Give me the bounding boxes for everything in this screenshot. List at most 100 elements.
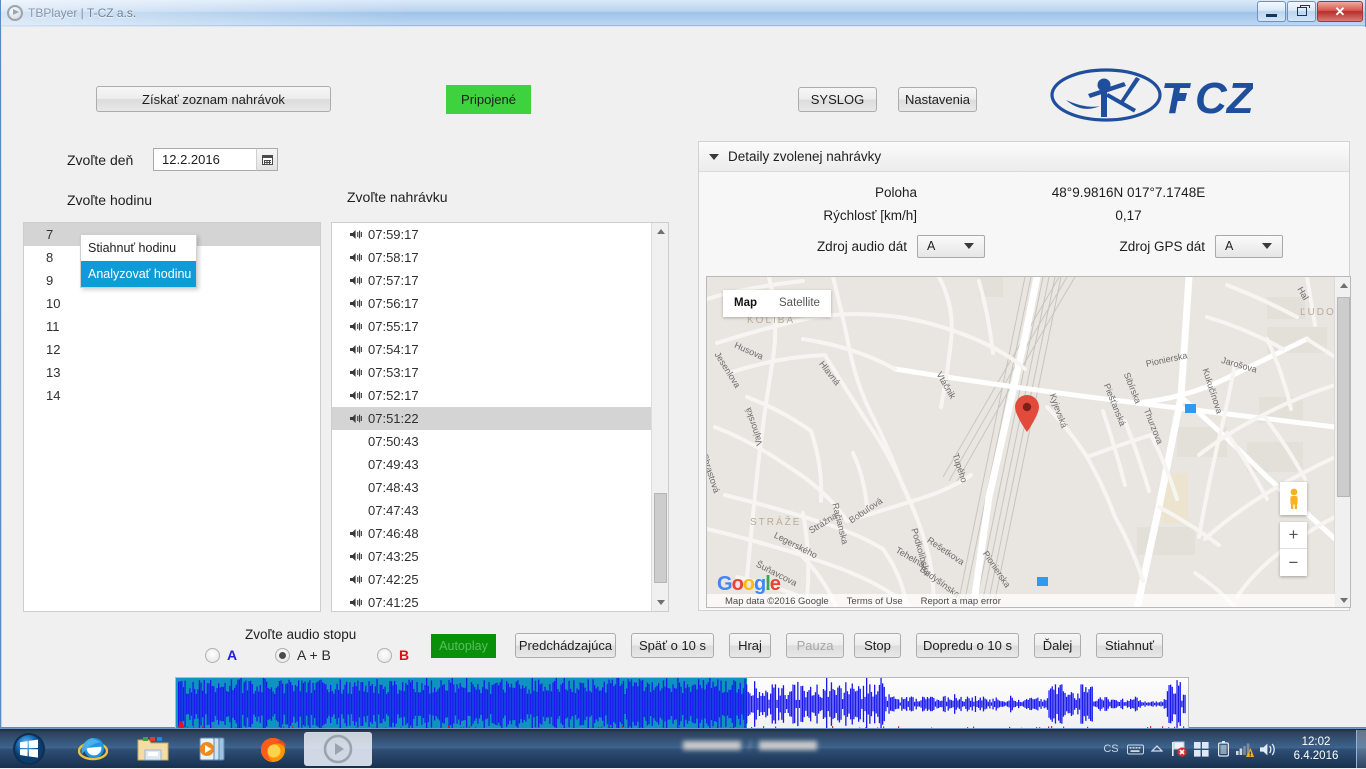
taskbar-item-firefox[interactable]	[248, 732, 298, 766]
recording-list[interactable]: 07:59:17 07:58:17 07:57:17 07:56:17 07:55:17…	[331, 222, 669, 612]
scroll-up-button[interactable]	[652, 223, 668, 240]
recording-list-item[interactable]: 07:47:43	[332, 499, 668, 522]
day-label: Zvoľte deň	[67, 152, 134, 168]
audio-source-select[interactable]: A	[917, 234, 985, 258]
language-indicator[interactable]: CS	[1098, 729, 1124, 769]
gps-source-select[interactable]: A	[1215, 234, 1283, 258]
player-button[interactable]: Predchádzajúca	[515, 633, 616, 658]
player-button[interactable]: Späť o 10 s	[631, 633, 714, 658]
map-label: STRÁŽE	[750, 517, 802, 528]
radio-button[interactable]	[205, 647, 220, 663]
recording-list-item[interactable]: 07:58:17	[332, 246, 668, 269]
radio-button[interactable]	[377, 647, 392, 663]
hour-list-item[interactable]: 11	[24, 315, 320, 338]
recording-list-item[interactable]: 07:48:43	[332, 476, 668, 499]
zoom-out-button[interactable]: −	[1280, 549, 1307, 576]
taskbar-item-media-player[interactable]	[188, 732, 238, 766]
map-scrollbar[interactable]	[1334, 277, 1350, 607]
map-type-map[interactable]: Map	[723, 290, 768, 317]
pegman-icon[interactable]	[1280, 482, 1307, 515]
minimize-button[interactable]	[1257, 1, 1286, 22]
clock-time: 12:02	[1301, 736, 1331, 748]
audio-track-option[interactable]: A	[205, 647, 237, 663]
recording-list-item[interactable]: 07:46:48	[332, 522, 668, 545]
recording-list-item[interactable]: 07:42:25	[332, 568, 668, 591]
show-hidden-icons-icon[interactable]	[1146, 729, 1168, 769]
details-header[interactable]: Detaily zvolenej nahrávky	[699, 142, 1349, 172]
map-scroll-down-button[interactable]	[1335, 592, 1350, 607]
position-label: Poloha	[874, 185, 917, 200]
close-button[interactable]: ✕	[1317, 1, 1363, 22]
triangle-down-icon	[709, 153, 719, 160]
map-panel[interactable]: KOLIBA Husova Jesenlova Hlavná Vtáčnik Kyjevs…	[706, 276, 1351, 608]
recording-list-item[interactable]: 07:41:25	[332, 591, 668, 611]
file-explorer-icon	[137, 737, 169, 761]
taskbar-item-tbplayer[interactable]	[304, 732, 372, 766]
position-value: 48°9.9816N 017°7.1748E	[1051, 185, 1206, 200]
window-controls: ✕	[1256, 1, 1363, 22]
date-picker-button[interactable]	[256, 148, 278, 171]
hour-context-menu[interactable]: Stiahnuť hodinu Analyzovať hodinu	[80, 234, 197, 288]
player-button[interactable]: Stiahnuť	[1096, 633, 1163, 658]
details-header-label: Detaily zvolenej nahrávky	[728, 149, 882, 164]
map-type-satellite[interactable]: Satellite	[768, 290, 831, 317]
recording-list-scrollbar[interactable]	[651, 223, 668, 611]
player-button[interactable]: Hraj	[729, 633, 771, 658]
context-menu-item[interactable]: Analyzovať hodinu	[81, 261, 196, 287]
map-scroll-up-button[interactable]	[1335, 277, 1350, 294]
taskbar-item-internet-explorer[interactable]	[68, 732, 118, 766]
map-attribution-item[interactable]: Terms of Use	[847, 596, 903, 607]
hour-list-item[interactable]: 14	[24, 384, 320, 407]
recording-list-item[interactable]: 07:54:17	[332, 338, 668, 361]
get-recording-list-button[interactable]: Získať zoznam nahrávok	[96, 86, 331, 112]
flag-error-icon[interactable]	[1168, 729, 1190, 769]
map-type-switch[interactable]: Map Satellite	[723, 290, 831, 317]
taskbar-item-file-explorer[interactable]	[128, 732, 178, 766]
context-menu-item[interactable]: Stiahnuť hodinu	[81, 235, 196, 261]
hour-list-item[interactable]: 10	[24, 292, 320, 315]
keyboard-icon[interactable]	[1124, 729, 1146, 769]
map-scrollbar-thumb[interactable]	[1337, 297, 1350, 497]
recording-list-item[interactable]: 07:56:17	[332, 292, 668, 315]
internet-explorer-icon	[78, 738, 108, 761]
battery-icon[interactable]	[1212, 729, 1234, 769]
autoplay-button[interactable]: Autoplay	[431, 634, 496, 658]
recording-list-item[interactable]: 07:59:17	[332, 223, 668, 246]
hour-list-item[interactable]: 13	[24, 361, 320, 384]
recording-time: 07:42:25	[368, 572, 419, 587]
audio-source-label: Zdroj audio dát	[816, 238, 907, 254]
show-desktop-button[interactable]	[1356, 730, 1366, 768]
recording-time: 07:59:17	[368, 227, 419, 242]
recording-list-item[interactable]: 07:52:17	[332, 384, 668, 407]
audio-track-option[interactable]: B	[377, 647, 409, 663]
volume-icon[interactable]	[1256, 729, 1280, 769]
scrollbar-thumb[interactable]	[654, 493, 667, 583]
scroll-down-button[interactable]	[652, 594, 668, 611]
recording-list-item[interactable]: 07:55:17	[332, 315, 668, 338]
clock[interactable]: 12:02 6.4.2016	[1280, 735, 1352, 763]
settings-button[interactable]: Nastavenia	[898, 87, 977, 112]
audio-track-option[interactable]: A + B	[275, 647, 331, 663]
map-zoom-controls[interactable]: + −	[1280, 522, 1307, 576]
radio-button[interactable]	[275, 647, 290, 663]
recording-list-item[interactable]: 07:57:17	[332, 269, 668, 292]
speed-label: Rýchlosť [km/h]	[823, 208, 917, 223]
syslog-button[interactable]: SYSLOG	[798, 87, 877, 112]
windows-start-icon[interactable]	[3, 730, 55, 768]
network-warning-icon[interactable]	[1234, 729, 1256, 769]
player-button[interactable]: Dopredu o 10 s	[916, 633, 1019, 658]
recording-list-item[interactable]: 07:53:17	[332, 361, 668, 384]
details-body: Poloha 48°9.9816N 017°7.1748E Rýchlosť […	[699, 172, 1349, 261]
player-button[interactable]: Stop	[854, 633, 901, 658]
map-canvas[interactable]: KOLIBA Husova Jesenlova Hlavná Vtáčnik Kyjevs…	[707, 277, 1335, 607]
hour-list-item[interactable]: 12	[24, 338, 320, 361]
player-button[interactable]: Ďalej	[1034, 633, 1081, 658]
windows-icon[interactable]	[1190, 729, 1212, 769]
zoom-in-button[interactable]: +	[1280, 522, 1307, 549]
recording-list-item[interactable]: 07:50:43	[332, 430, 668, 453]
recording-list-item[interactable]: 07:51:22	[332, 407, 668, 430]
recording-list-item[interactable]: 07:49:43	[332, 453, 668, 476]
map-attribution-item[interactable]: Report a map error	[921, 596, 1001, 607]
recording-list-item[interactable]: 07:43:25	[332, 545, 668, 568]
restore-button[interactable]	[1287, 1, 1316, 22]
